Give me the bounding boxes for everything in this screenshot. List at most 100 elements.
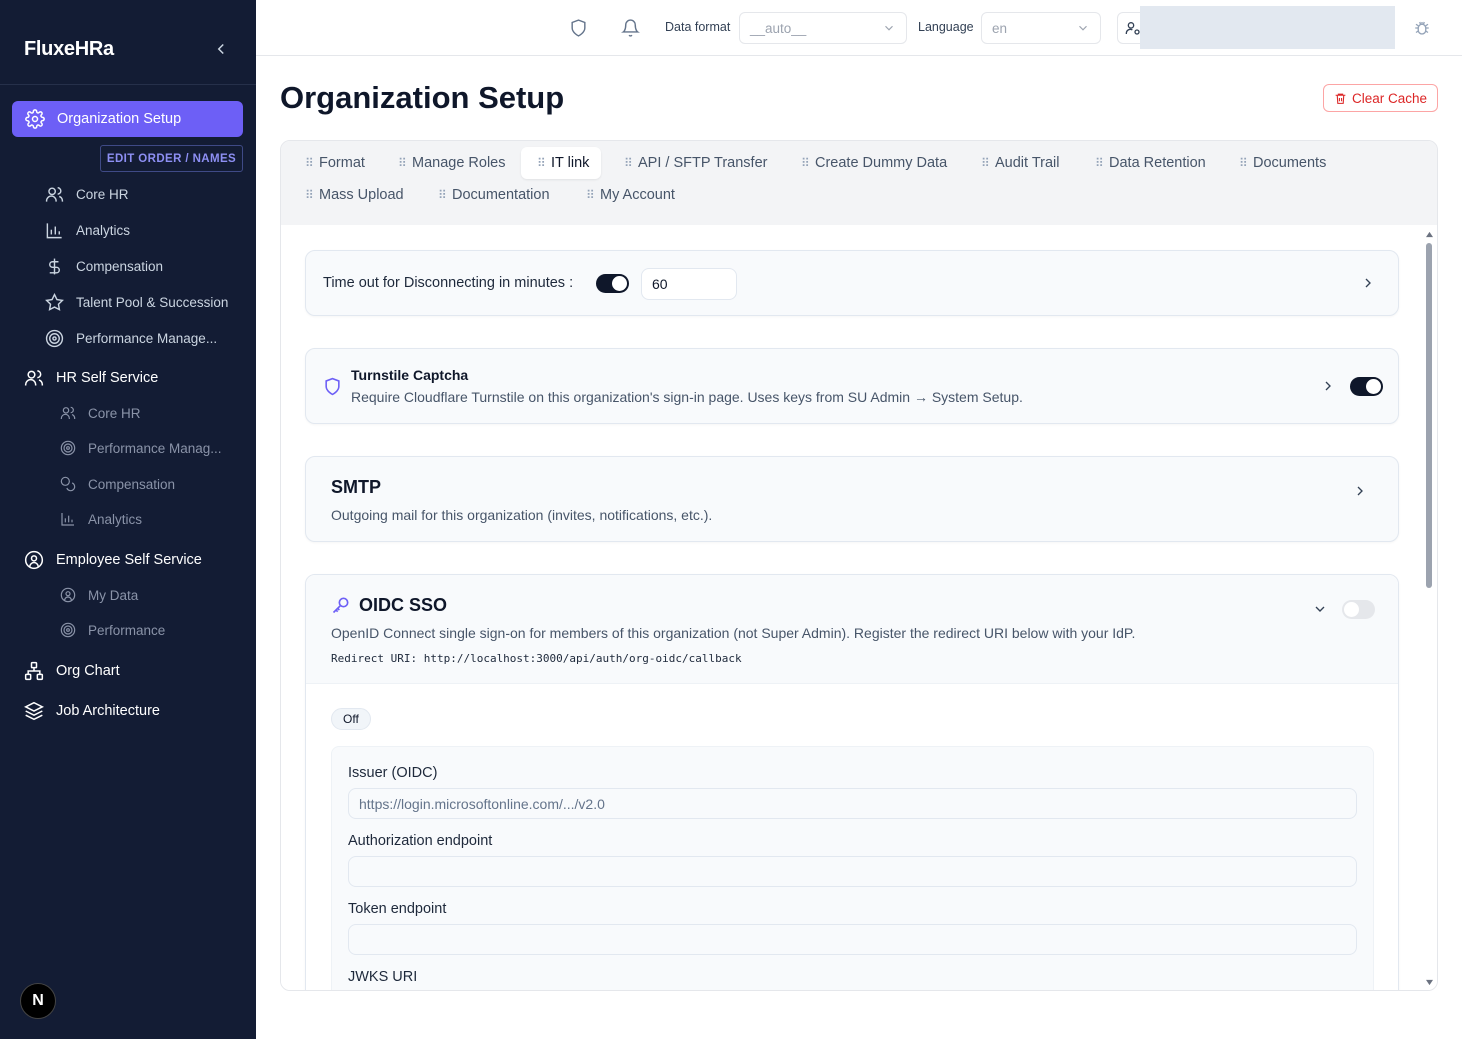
sidebar-item-analytics[interactable]: Analytics [44, 220, 130, 240]
shield-icon [325, 377, 340, 396]
chevron-right-icon[interactable] [1352, 483, 1368, 499]
target-icon [60, 440, 76, 456]
timeout-toggle[interactable] [596, 274, 629, 293]
drag-handle-icon[interactable]: ⠿ [981, 157, 990, 169]
bug-icon[interactable] [1413, 19, 1431, 37]
scroll-thumb[interactable] [1426, 243, 1432, 588]
sidebar: FluxeHRa Organization Setup EDIT ORDER /… [0, 0, 256, 1039]
sidebar-item-org-chart[interactable]: Org Chart [24, 661, 120, 681]
issuer-input[interactable]: https://login.microsoftonline.com/.../v2… [348, 788, 1357, 819]
authorization-endpoint-input[interactable] [348, 856, 1357, 887]
tab-documents[interactable]: ⠿ Documents [1239, 147, 1326, 179]
drag-handle-icon[interactable]: ⠿ [537, 157, 546, 169]
tab-my-account[interactable]: ⠿ My Account [586, 179, 675, 211]
drag-handle-icon[interactable]: ⠿ [624, 157, 633, 169]
language-label: Language [918, 20, 974, 34]
drag-handle-icon[interactable]: ⠿ [438, 189, 447, 201]
sidebar-item-job-architecture[interactable]: Job Architecture [24, 701, 160, 721]
drag-handle-icon[interactable]: ⠿ [801, 157, 810, 169]
tab-label: Audit Trail [995, 155, 1060, 171]
users-icon [44, 184, 64, 204]
token-endpoint-input[interactable] [348, 924, 1357, 955]
tab-audit-trail[interactable]: ⠿ Audit Trail [981, 147, 1059, 179]
issuer-placeholder: https://login.microsoftonline.com/.../v2… [359, 795, 605, 812]
sidebar-section-employee-self-service[interactable]: Employee Self Service [24, 550, 202, 570]
sidebar-item-core-hr-self[interactable]: Core HR [60, 405, 141, 421]
target-icon [44, 328, 64, 348]
tab-data-retention[interactable]: ⠿ Data Retention [1095, 147, 1206, 179]
sidebar-item-label: Performance Manag... [88, 440, 222, 456]
tab-documentation[interactable]: ⠿ Documentation [438, 179, 550, 211]
chevron-left-icon[interactable] [212, 40, 230, 58]
drag-handle-icon[interactable]: ⠿ [305, 157, 314, 169]
sidebar-item-performance[interactable]: Performance Manage... [44, 328, 217, 348]
chevron-down-icon [1079, 25, 1087, 31]
scroll-up-arrow-icon[interactable] [1425, 231, 1434, 238]
page-title: Organization Setup [280, 80, 565, 115]
bell-icon[interactable] [621, 18, 640, 38]
sidebar-item-label: Compensation [76, 258, 164, 274]
clear-cache-label: Clear Cache [1351, 90, 1428, 106]
edit-order-button[interactable]: EDIT ORDER / NAMES [100, 145, 243, 172]
tab-format[interactable]: ⠿ Format [305, 147, 365, 179]
drag-handle-icon[interactable]: ⠿ [586, 189, 595, 201]
scroll-down-arrow-icon[interactable] [1425, 979, 1434, 986]
coins-icon [60, 476, 76, 492]
sidebar-item-label: Core HR [76, 186, 129, 202]
sidebar-item-core-hr[interactable]: Core HR [44, 184, 129, 204]
layers-icon [24, 701, 44, 721]
shield-icon[interactable] [569, 18, 588, 38]
language-value: en [992, 20, 1008, 36]
sidebar-item-label: Performance [88, 622, 166, 638]
tab-it-link[interactable]: ⠿ IT link [521, 147, 602, 179]
sidebar-section-hr-self-service[interactable]: HR Self Service [24, 368, 158, 388]
topbar: Data format __auto__ Language en [256, 0, 1462, 56]
target-icon [60, 622, 76, 638]
chevron-right-icon[interactable] [1320, 378, 1336, 394]
sidebar-item-label: Org Chart [56, 663, 120, 679]
chevron-right-icon[interactable] [1360, 275, 1376, 291]
drag-handle-icon[interactable]: ⠿ [1239, 157, 1248, 169]
user-cog-icon [1125, 22, 1140, 35]
tab-mass-upload[interactable]: ⠿ Mass Upload [305, 179, 404, 211]
tab-label: API / SFTP Transfer [638, 155, 768, 171]
data-format-label: Data format [665, 20, 731, 34]
drag-handle-icon[interactable]: ⠿ [398, 157, 407, 169]
scrollbar[interactable] [1424, 231, 1434, 988]
language-select[interactable]: en [981, 12, 1101, 44]
clear-cache-button[interactable]: Clear Cache [1323, 84, 1438, 112]
oidc-card: OIDC SSO OpenID Connect single sign-on f… [305, 574, 1399, 990]
sidebar-item-my-data[interactable]: My Data [60, 587, 138, 603]
data-format-select[interactable]: __auto__ [739, 12, 907, 44]
sidebar-item-talent-pool[interactable]: Talent Pool & Succession [44, 292, 228, 312]
tab-manage-roles[interactable]: ⠿ Manage Roles [398, 147, 506, 179]
sidebar-item-label: Compensation [88, 476, 176, 492]
drag-handle-icon[interactable]: ⠿ [1095, 157, 1104, 169]
users-icon [24, 368, 44, 388]
tab-content: Time out for Disconnecting in minutes : … [281, 225, 1437, 990]
sidebar-item-compensation-self[interactable]: Compensation [60, 476, 175, 492]
sidebar-item-performance-self[interactable]: Performance Manag... [60, 440, 222, 456]
tab-label: Manage Roles [412, 155, 506, 171]
tab-bar: ⠿ Format ⠿ Manage Roles ⠿ IT link ⠿ API / SF… [281, 141, 1437, 225]
sidebar-item-performance-ess[interactable]: Performance [60, 622, 165, 638]
org-chart-icon [24, 661, 44, 681]
oidc-toggle[interactable] [1342, 600, 1375, 619]
sidebar-item-label: Talent Pool & Succession [76, 294, 229, 310]
sidebar-item-label: Job Architecture [56, 703, 160, 719]
framework-badge[interactable]: N [20, 983, 56, 1019]
brand-logo[interactable]: FluxeHRa [24, 38, 114, 61]
sidebar-item-analytics-self[interactable]: Analytics [60, 511, 142, 527]
oidc-title: OIDC SSO [359, 595, 448, 615]
timeout-value: 60 [652, 276, 668, 292]
sidebar-item-compensation[interactable]: Compensation [44, 256, 163, 276]
sidebar-item-organization-setup[interactable]: Organization Setup [12, 101, 243, 137]
timeout-input[interactable]: 60 [641, 268, 737, 300]
turnstile-toggle[interactable] [1350, 377, 1383, 396]
tab-create-dummy-data[interactable]: ⠿ Create Dummy Data [801, 147, 947, 179]
chevron-down-icon[interactable] [1312, 601, 1328, 617]
drag-handle-icon[interactable]: ⠿ [305, 189, 314, 201]
tab-api-sftp[interactable]: ⠿ API / SFTP Transfer [624, 147, 767, 179]
sidebar-item-label: Core HR [88, 405, 141, 421]
token-endpoint-label: Token endpoint [348, 901, 447, 917]
